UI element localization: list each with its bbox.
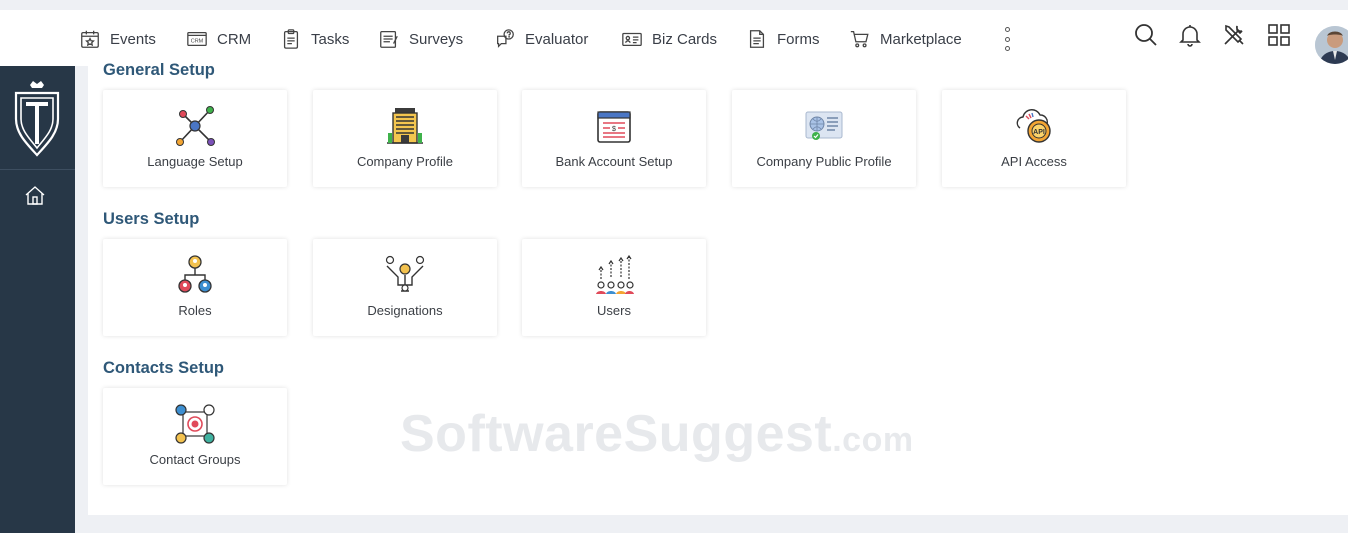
- svg-text:CRM: CRM: [191, 39, 204, 45]
- card-label: Roles: [178, 303, 212, 318]
- designations-funnel-icon: [385, 255, 425, 292]
- avatar[interactable]: [1315, 26, 1348, 64]
- more-menu-icon[interactable]: [1000, 26, 1014, 52]
- card-label: Company Public Profile: [756, 154, 892, 169]
- section-title-contacts-setup: Contacts Setup: [103, 359, 225, 377]
- section-title-users-setup: Users Setup: [103, 210, 200, 228]
- calendar-star-icon: [81, 30, 99, 48]
- roles-hierarchy-icon: [178, 255, 212, 293]
- nav-label-events: Events: [110, 30, 156, 48]
- nav-item-surveys[interactable]: Surveys: [378, 26, 463, 52]
- apps-grid-icon[interactable]: [1266, 22, 1292, 48]
- home-icon[interactable]: [24, 184, 46, 206]
- card-designations[interactable]: Designations: [313, 239, 497, 336]
- nav-label-tasks: Tasks: [311, 30, 350, 48]
- survey-form-icon: [380, 31, 398, 48]
- card-contact-groups[interactable]: Contact Groups: [103, 388, 287, 485]
- logo-shield-icon[interactable]: [12, 77, 62, 157]
- public-profile-icon: [805, 111, 843, 140]
- nav-label-evaluator: Evaluator: [525, 30, 589, 48]
- section-title-general-setup: General Setup: [103, 61, 215, 79]
- nav-item-marketplace[interactable]: Marketplace: [849, 26, 962, 52]
- card-users[interactable]: Users: [522, 239, 706, 336]
- card-label: Language Setup: [147, 154, 243, 169]
- business-card-icon: [622, 32, 642, 47]
- nav-label-forms: Forms: [777, 30, 820, 48]
- nav-item-biz-cards[interactable]: Biz Cards: [621, 26, 717, 52]
- top-strip: [0, 0, 1348, 10]
- api-gear-cloud-icon: API: [1016, 109, 1051, 143]
- office-building-icon: [387, 108, 423, 144]
- nav-item-evaluator[interactable]: Evaluator: [494, 26, 588, 52]
- top-navigation-bar: Events CRM CRM Tasks Surveys Evaluator B…: [0, 10, 1348, 66]
- card-language-setup[interactable]: Language Setup: [103, 90, 287, 187]
- card-label: API Access: [1001, 154, 1067, 169]
- bell-icon[interactable]: [1177, 22, 1203, 48]
- nav-item-events[interactable]: Events: [79, 26, 156, 52]
- card-label: Contact Groups: [149, 452, 241, 467]
- card-label: Bank Account Setup: [555, 154, 673, 169]
- nav-label-crm: CRM: [217, 30, 252, 48]
- question-bubble-icon: [497, 29, 514, 48]
- language-network-icon: [176, 106, 215, 146]
- users-growth-icon: [596, 255, 634, 294]
- nav-label-biz-cards: Biz Cards: [652, 30, 718, 48]
- watermark: SoftwareSuggest.com: [400, 405, 914, 463]
- crm-icon: CRM: [187, 31, 207, 47]
- bank-account-icon: $: [597, 111, 631, 143]
- card-bank-account-setup[interactable]: $ Bank Account Setup: [522, 90, 706, 187]
- card-api-access[interactable]: API API Access: [942, 90, 1126, 187]
- svg-text:API: API: [1033, 129, 1045, 136]
- nav-item-forms[interactable]: Forms: [746, 26, 820, 52]
- nav-item-crm[interactable]: CRM CRM: [186, 26, 251, 52]
- contact-groups-icon: [175, 404, 215, 444]
- clipboard-list-icon: [283, 29, 299, 49]
- sidebar: [0, 66, 75, 533]
- card-company-public-profile[interactable]: Company Public Profile: [732, 90, 916, 187]
- sidebar-divider: [0, 169, 75, 170]
- svg-text:$: $: [612, 126, 616, 133]
- search-icon[interactable]: [1133, 22, 1159, 48]
- tools-icon[interactable]: [1221, 22, 1247, 48]
- card-label: Designations: [367, 303, 443, 318]
- card-roles[interactable]: Roles: [103, 239, 287, 336]
- card-company-profile[interactable]: Company Profile: [313, 90, 497, 187]
- document-form-icon: [749, 30, 765, 48]
- nav-label-marketplace: Marketplace: [880, 30, 962, 48]
- card-label: Users: [597, 303, 631, 318]
- shopping-cart-icon: [850, 31, 869, 48]
- nav-item-tasks[interactable]: Tasks: [280, 26, 349, 52]
- card-label: Company Profile: [356, 154, 454, 169]
- nav-label-surveys: Surveys: [409, 30, 464, 48]
